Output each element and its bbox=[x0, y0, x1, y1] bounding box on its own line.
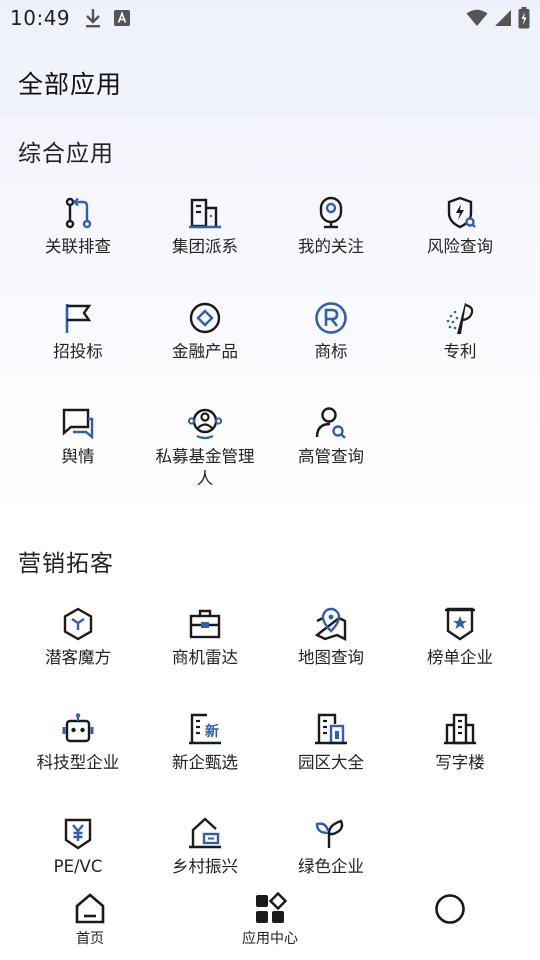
app-label: 关联排查 bbox=[45, 237, 111, 256]
app-relation-check[interactable]: 关联排查 bbox=[11, 196, 145, 258]
flag-icon bbox=[65, 304, 92, 333]
app-private-fund-manager[interactable]: 私募基金管理人 bbox=[138, 406, 272, 490]
webcam-follow-icon bbox=[319, 196, 343, 229]
app-label: 商机雷达 bbox=[172, 648, 238, 667]
status-bar: 10:49 bbox=[0, 0, 540, 36]
app-label: 专利 bbox=[443, 342, 477, 361]
relation-branch-icon bbox=[65, 197, 92, 229]
app-label: 风险查询 bbox=[427, 237, 493, 256]
app-label: 招投标 bbox=[53, 342, 103, 361]
app-label: 乡村振兴 bbox=[172, 857, 238, 876]
section-title-marketing: 营销拓客 bbox=[18, 551, 114, 577]
nav-app-center[interactable]: 应用中心 bbox=[210, 892, 330, 948]
village-house-icon bbox=[189, 817, 221, 849]
app-ranking-companies[interactable]: 榜单企业 bbox=[393, 607, 527, 669]
app-label: 我的关注 bbox=[298, 237, 364, 256]
download-icon bbox=[86, 9, 101, 28]
app-label: 榜单企业 bbox=[427, 648, 493, 667]
app-new-company-selection[interactable]: 新 新企甄选 bbox=[138, 712, 272, 774]
app-risk-query[interactable]: 风险查询 bbox=[393, 196, 527, 258]
app-public-opinion[interactable]: 舆情 bbox=[11, 406, 145, 468]
app-map-query[interactable]: 地图查询 bbox=[264, 607, 398, 669]
shield-search-icon bbox=[447, 196, 476, 229]
app-green-companies[interactable]: 绿色企业 bbox=[264, 816, 398, 878]
office-tower-icon bbox=[444, 713, 476, 745]
nav-home[interactable]: 首页 bbox=[30, 892, 150, 948]
circle-icon bbox=[435, 894, 465, 924]
font-a-icon bbox=[114, 10, 131, 26]
signal-icon bbox=[495, 10, 511, 26]
app-rural-revitalization[interactable]: 乡村振兴 bbox=[138, 816, 272, 878]
fund-manager-icon bbox=[188, 408, 222, 440]
building-group-icon bbox=[189, 198, 221, 229]
app-executive-query[interactable]: 高管查询 bbox=[264, 406, 398, 468]
new-company-icon: 新 bbox=[189, 713, 221, 745]
app-label: 写字楼 bbox=[435, 753, 485, 772]
cube-icon bbox=[63, 607, 93, 641]
app-label: 高管查询 bbox=[298, 447, 364, 466]
app-label: PE/VC bbox=[53, 857, 103, 876]
sprout-icon bbox=[315, 819, 344, 848]
app-pe-vc[interactable]: PE/VC bbox=[11, 816, 145, 878]
yen-shield-icon bbox=[64, 818, 92, 850]
app-park-directory[interactable]: 园区大全 bbox=[264, 712, 398, 774]
app-bidding[interactable]: 招投标 bbox=[11, 301, 145, 363]
app-trademark[interactable]: 商标 bbox=[264, 301, 398, 363]
registered-icon bbox=[315, 302, 347, 334]
app-label: 集团派系 bbox=[172, 237, 238, 256]
park-building-icon bbox=[315, 713, 347, 745]
bottom-nav: 首页 应用中心 bbox=[0, 884, 540, 960]
robot-icon bbox=[62, 713, 94, 743]
app-prospect-cube[interactable]: 潜客魔方 bbox=[11, 607, 145, 669]
status-icons-right bbox=[466, 7, 530, 29]
page-title: 全部应用 bbox=[18, 69, 123, 99]
status-icons-left bbox=[84, 7, 131, 29]
app-label: 园区大全 bbox=[298, 753, 364, 772]
home-icon bbox=[75, 893, 105, 924]
app-label: 舆情 bbox=[61, 447, 95, 466]
patent-icon bbox=[446, 303, 474, 334]
app-label: 绿色企业 bbox=[298, 857, 364, 876]
app-label: 金融产品 bbox=[172, 342, 238, 361]
section-title-general: 综合应用 bbox=[18, 141, 114, 167]
app-finance-products[interactable]: 金融产品 bbox=[138, 301, 272, 363]
chat-bubble-icon bbox=[62, 408, 94, 440]
diamond-circle-icon bbox=[189, 302, 221, 334]
wifi-icon bbox=[466, 9, 488, 26]
app-office-building[interactable]: 写字楼 bbox=[393, 712, 527, 774]
app-label: 潜客魔方 bbox=[45, 648, 111, 667]
app-label: 科技型企业 bbox=[36, 753, 120, 772]
map-pin-icon bbox=[314, 607, 347, 641]
ranking-badge-icon bbox=[445, 607, 475, 641]
apps-grid-icon bbox=[256, 892, 287, 923]
app-label: 商标 bbox=[314, 342, 348, 361]
battery-icon bbox=[518, 7, 530, 29]
nav-home-label: 首页 bbox=[76, 931, 104, 947]
nav-profile[interactable] bbox=[390, 892, 510, 928]
app-label: 新企甄选 bbox=[172, 753, 238, 772]
app-opportunity-radar[interactable]: 商机雷达 bbox=[138, 607, 272, 669]
page-header: 全部应用 bbox=[0, 52, 540, 114]
app-patent[interactable]: 专利 bbox=[393, 301, 527, 363]
app-tech-companies[interactable]: 科技型企业 bbox=[11, 712, 145, 774]
nav-app-center-label: 应用中心 bbox=[242, 931, 298, 947]
person-search-icon bbox=[315, 407, 346, 439]
briefcase-icon bbox=[189, 609, 221, 639]
app-group-faction[interactable]: 集团派系 bbox=[138, 196, 272, 258]
app-my-follow[interactable]: 我的关注 bbox=[264, 196, 398, 258]
app-list[interactable]: 综合应用 关联排查 集团派系 我的关注 风险查询 招投标 金融产品 商标 专利 … bbox=[0, 116, 540, 884]
svg-text:新: 新 bbox=[205, 723, 219, 740]
status-time: 10:49 bbox=[10, 6, 71, 30]
app-label: 私募基金管理人 bbox=[155, 447, 255, 488]
app-label: 地图查询 bbox=[298, 648, 364, 667]
